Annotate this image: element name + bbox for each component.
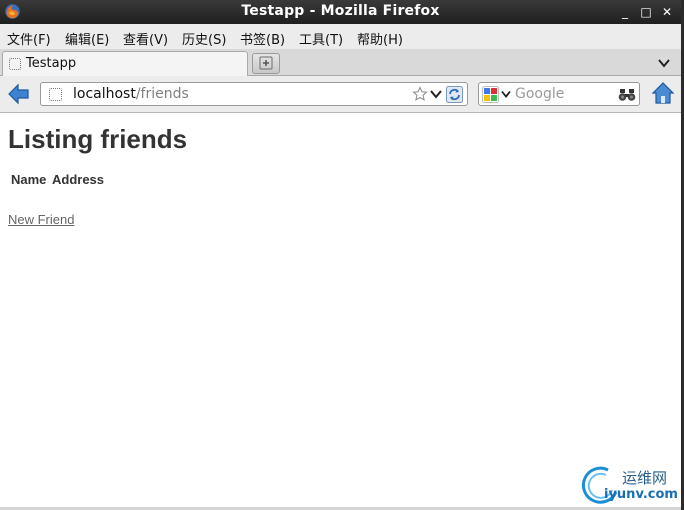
menu-tools[interactable]: 工具(T) — [299, 29, 343, 48]
page-icon — [9, 58, 21, 70]
page-icon — [49, 88, 62, 101]
menu-history[interactable]: 历史(S) — [182, 29, 226, 48]
back-arrow-icon[interactable] — [7, 82, 31, 106]
menu-bar: 文件(F) 编辑(E) 查看(V) 历史(S) 书签(B) 工具(T) 帮助(H… — [0, 24, 681, 49]
url-text[interactable]: localhost/friends — [73, 86, 189, 102]
menu-edit[interactable]: 编辑(E) — [65, 29, 109, 48]
search-input[interactable] — [515, 85, 615, 103]
menu-help[interactable]: 帮助(H) — [357, 29, 403, 48]
menu-bookmarks[interactable]: 书签(B) — [240, 29, 285, 48]
navigation-toolbar: localhost/friends — [0, 76, 681, 113]
menu-file[interactable]: 文件(F) — [7, 29, 51, 48]
window-title: Testapp - Mozilla Firefox — [241, 3, 440, 19]
new-tab-icon — [259, 56, 273, 70]
column-header-name: Name — [11, 172, 47, 187]
chevron-down-icon[interactable] — [501, 89, 511, 99]
page-title: Listing friends — [8, 124, 188, 154]
column-header-address: Address — [52, 172, 105, 187]
title-bar: Testapp - Mozilla Firefox _ □ ✕ — [0, 0, 681, 24]
page-content: Listing friends Name Address New Friend — [0, 114, 681, 510]
firefox-window: Testapp - Mozilla Firefox _ □ ✕ 文件(F) 编辑… — [0, 0, 684, 510]
url-bar[interactable]: localhost/friends — [40, 82, 468, 106]
tab-testapp[interactable]: Testapp — [2, 51, 248, 77]
tab-strip: Testapp — [0, 49, 681, 77]
google-icon[interactable] — [482, 86, 499, 103]
watermark-text-cn: 运维网 — [622, 469, 668, 487]
search-bar[interactable] — [478, 82, 640, 106]
new-friend-link[interactable]: New Friend — [8, 212, 74, 227]
minimize-button[interactable]: _ — [617, 4, 633, 20]
maximize-button[interactable]: □ — [638, 4, 654, 20]
url-host: localhost — [73, 86, 136, 102]
watermark-text-en: iyunv.com — [604, 487, 678, 502]
new-tab-button[interactable] — [252, 53, 280, 74]
reload-icon[interactable] — [446, 86, 463, 103]
binoculars-icon[interactable] — [618, 86, 636, 103]
tab-label: Testapp — [26, 56, 77, 71]
home-icon[interactable] — [651, 81, 675, 105]
star-icon[interactable] — [412, 86, 428, 102]
url-path: /friends — [135, 86, 189, 102]
close-button[interactable]: ✕ — [659, 4, 675, 20]
list-all-tabs-icon[interactable] — [657, 56, 671, 70]
menu-view[interactable]: 查看(V) — [123, 29, 168, 48]
chevron-down-icon[interactable] — [430, 88, 442, 100]
watermark: 运维网 iyunv.com — [578, 462, 681, 506]
